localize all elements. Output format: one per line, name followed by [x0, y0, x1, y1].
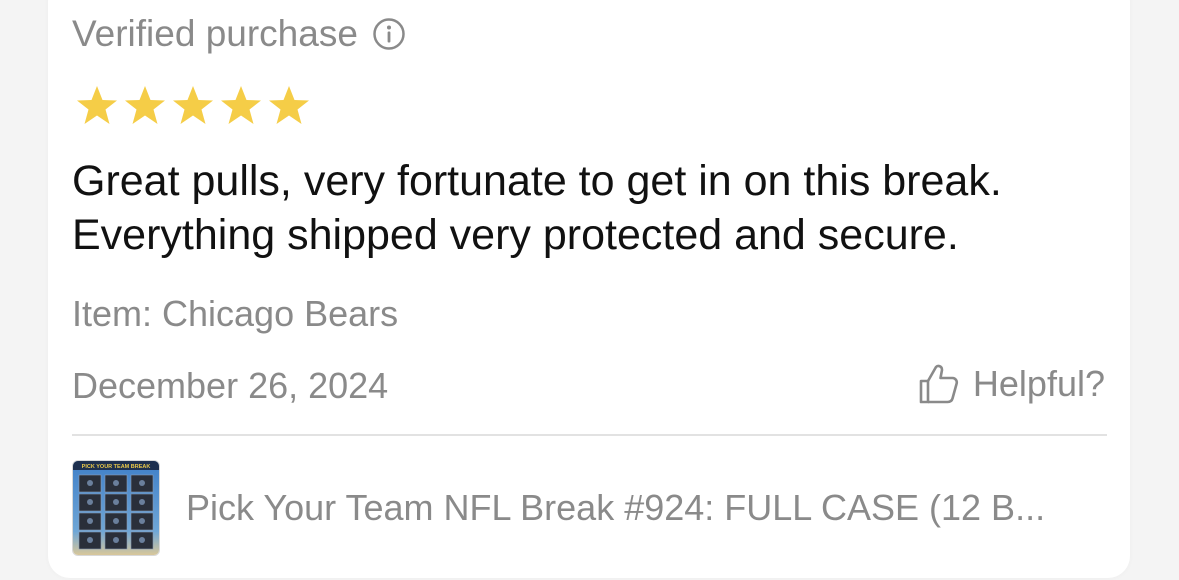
star-icon: [170, 84, 216, 128]
review-text-line: Everything shipped very protected and se…: [72, 211, 959, 259]
star-rating: [74, 84, 312, 128]
thumbs-up-icon: [917, 362, 961, 406]
divider: [72, 434, 1107, 436]
product-title[interactable]: Pick Your Team NFL Break #924: FULL CASE…: [186, 486, 1106, 530]
helpful-button[interactable]: Helpful?: [917, 362, 1105, 406]
info-icon[interactable]: [372, 17, 406, 51]
star-icon: [122, 84, 168, 128]
thumbnail-caption: PICK YOUR TEAM BREAK: [82, 464, 151, 470]
review-text: Great pulls, very fortunate to get in on…: [72, 154, 1132, 262]
verified-purchase-label: Verified purchase: [72, 13, 358, 54]
review-text-line: Great pulls, very fortunate to get in on…: [72, 157, 1002, 205]
star-icon: [74, 84, 120, 128]
star-icon: [266, 84, 312, 128]
product-thumbnail[interactable]: PICK YOUR TEAM BREAK: [72, 460, 160, 556]
item-variant: Item: Chicago Bears: [72, 293, 399, 334]
star-icon: [218, 84, 264, 128]
helpful-label: Helpful?: [972, 363, 1105, 404]
verified-purchase: Verified purchase: [72, 12, 406, 56]
review-date: December 26, 2024: [72, 365, 389, 406]
product-link[interactable]: PICK YOUR TEAM BREAK Pick Your Team NFL …: [72, 460, 1107, 556]
